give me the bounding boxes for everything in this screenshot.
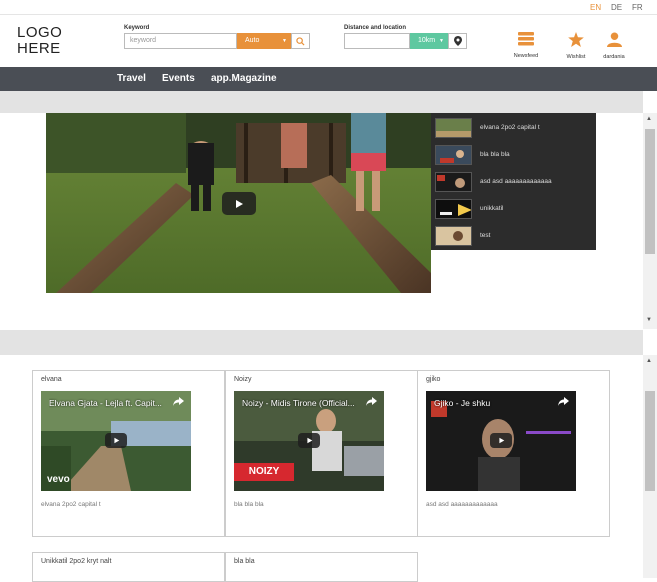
playlist-item-title: unikkatil xyxy=(480,205,504,212)
playlist-item-title: test xyxy=(480,232,491,239)
scroll-thumb[interactable] xyxy=(645,391,655,491)
card-caption: elvana 2po2 capital t xyxy=(41,501,101,508)
chevron-down-icon: ▼ xyxy=(439,38,444,44)
card-caption: bla bla bla xyxy=(234,501,264,508)
stack-icon xyxy=(518,32,534,46)
card-author: gjiko xyxy=(426,376,441,383)
play-button[interactable] xyxy=(105,433,127,448)
card-video-title: Elvana Gjata - Lejla ft. Capit... xyxy=(49,398,162,408)
playlist-thumbnail xyxy=(435,172,472,192)
playlist-thumbnail xyxy=(435,118,472,138)
language-bar: EN DE FR xyxy=(0,0,657,15)
nav-travel[interactable]: Travel xyxy=(117,73,146,84)
keyword-label: Keyword xyxy=(124,25,150,31)
profile-link[interactable]: dardania xyxy=(594,32,634,60)
card-video-title: Gjiko - Je shku xyxy=(434,398,491,408)
video-card: Noizy Noizy - Midis Tirone (Official... … xyxy=(225,370,418,537)
search-button[interactable] xyxy=(291,33,310,49)
nav-magazine[interactable]: app.Magazine xyxy=(211,73,277,84)
search-icon xyxy=(296,36,305,46)
category-select-value: Auto xyxy=(245,37,260,44)
card-author: bla bla xyxy=(234,558,255,565)
nav-events[interactable]: Events xyxy=(162,73,195,84)
play-button[interactable] xyxy=(222,192,256,215)
playlist-thumbnail xyxy=(435,199,472,219)
play-icon xyxy=(498,437,504,444)
header: LOGO HERE Keyword keyword Auto ▼ Distanc… xyxy=(0,15,657,67)
user-icon xyxy=(606,32,622,47)
card-author: Noizy xyxy=(234,376,252,383)
scroll-up-icon[interactable]: ▲ xyxy=(646,358,652,364)
star-icon xyxy=(568,32,584,47)
wishlist-link[interactable]: Wishlist xyxy=(556,32,596,60)
video-card: elvana Elvana Gjata - Lejla ft. Capit...… xyxy=(32,370,225,537)
category-select[interactable]: Auto ▼ xyxy=(237,33,291,49)
card-video[interactable]: Noizy - Midis Tirone (Official... NOIZY xyxy=(234,391,384,491)
card-author: elvana xyxy=(41,376,62,383)
share-icon[interactable] xyxy=(558,397,569,406)
playlist-item[interactable]: asd asd aaaaaaaaaaaaa xyxy=(435,172,595,194)
distance-select-value: 10km xyxy=(418,37,436,44)
keyword-placeholder: keyword xyxy=(130,37,157,44)
upper-scrollbar[interactable]: ▲ ▼ xyxy=(643,113,657,329)
share-icon[interactable] xyxy=(366,397,377,406)
newsfeed-label: Newsfeed xyxy=(513,53,539,59)
section-divider xyxy=(0,330,643,355)
card-video-title: Noizy - Midis Tirone (Official... xyxy=(242,398,355,408)
card-caption: asd asd aaaaaaaaaaaaa xyxy=(426,501,498,508)
card-video[interactable]: Elvana Gjata - Lejla ft. Capit... vevo xyxy=(41,391,191,491)
play-icon xyxy=(236,199,243,208)
newsfeed-link[interactable]: Newsfeed xyxy=(506,32,546,59)
location-button[interactable] xyxy=(448,33,467,49)
card-watermark: vevo xyxy=(47,474,70,485)
card-author: Unikkatil 2po2 kryt nalt xyxy=(41,558,112,565)
scroll-thumb[interactable] xyxy=(645,129,655,254)
play-icon xyxy=(113,437,119,444)
card-video[interactable]: Gjiko - Je shku xyxy=(426,391,576,491)
scroll-up-icon[interactable]: ▲ xyxy=(646,116,652,122)
location-input[interactable] xyxy=(344,33,410,49)
play-button[interactable] xyxy=(298,433,320,448)
distance-select[interactable]: 10km ▼ xyxy=(410,33,448,49)
playlist-item-title: asd asd aaaaaaaaaaaaa xyxy=(480,178,552,185)
card-watermark: NOIZY xyxy=(234,463,294,481)
main-video-player[interactable] xyxy=(46,113,431,293)
playlist-thumbnail xyxy=(435,145,472,165)
map-pin-icon xyxy=(453,36,462,46)
lang-fr[interactable]: FR xyxy=(632,3,643,12)
playlist-item[interactable]: test xyxy=(435,226,595,248)
lang-de[interactable]: DE xyxy=(611,3,622,12)
playlist-item[interactable]: elvana 2po2 capital t xyxy=(435,118,595,140)
share-icon[interactable] xyxy=(173,397,184,406)
playlist-item-title: bla bla bla xyxy=(480,151,510,158)
logo[interactable]: LOGO HERE xyxy=(17,25,62,57)
video-card: gjiko Gjiko - Je shku asd asd aaaaaaaaaa… xyxy=(417,370,610,537)
video-playlist: elvana 2po2 capital t bla bla bla asd as… xyxy=(431,113,596,250)
distance-label: Distance and location xyxy=(344,25,407,31)
playlist-thumbnail xyxy=(435,226,472,246)
playlist-item[interactable]: unikkatil xyxy=(435,199,595,221)
logo-text: LOGO HERE xyxy=(17,24,63,57)
play-icon xyxy=(306,437,312,444)
lang-en[interactable]: EN xyxy=(590,3,601,12)
main-nav: Travel Events app.Magazine xyxy=(0,67,657,91)
chevron-down-icon: ▼ xyxy=(282,38,287,44)
play-button[interactable] xyxy=(490,433,512,448)
lower-scrollbar[interactable]: ▲ xyxy=(643,355,657,578)
section-divider xyxy=(0,91,643,113)
playlist-item-title: elvana 2po2 capital t xyxy=(480,124,540,131)
wishlist-label: Wishlist xyxy=(566,54,586,60)
keyword-input[interactable]: keyword xyxy=(124,33,237,49)
playlist-item[interactable]: bla bla bla xyxy=(435,145,595,167)
profile-label: dardania xyxy=(603,54,625,60)
scroll-down-icon[interactable]: ▼ xyxy=(646,317,652,323)
